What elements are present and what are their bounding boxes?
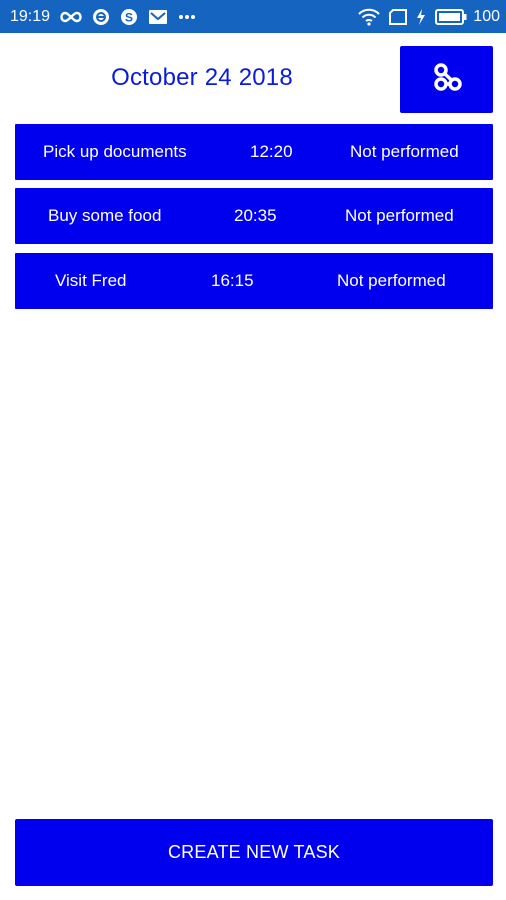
skype-icon: S	[120, 8, 138, 26]
more-dots-icon	[178, 14, 196, 20]
task-name: Pick up documents	[43, 142, 187, 161]
sim-icon	[389, 8, 408, 25]
task-status: Not performed	[345, 206, 454, 225]
task-name: Visit Fred	[55, 271, 127, 290]
svg-text:S: S	[125, 10, 133, 24]
battery-level: 100	[473, 7, 500, 25]
task-row[interactable]: Buy some food 20:35 Not performed	[15, 188, 493, 244]
status-time: 19:19	[10, 7, 51, 25]
infinity-icon	[60, 10, 82, 24]
task-time: 16:15	[211, 271, 254, 290]
task-time: 20:35	[234, 206, 277, 225]
task-status: Not performed	[350, 142, 459, 161]
wifi-icon	[358, 8, 381, 26]
create-new-task-button[interactable]: CREATE NEW TASK	[15, 819, 493, 886]
task-time: 12:20	[250, 142, 293, 161]
charging-icon	[416, 8, 426, 25]
hub-button[interactable]	[400, 46, 493, 113]
network-hub-icon	[432, 62, 462, 97]
task-row[interactable]: Visit Fred 16:15 Not performed	[15, 253, 493, 309]
date-title: October 24 2018	[111, 64, 293, 91]
task-name: Buy some food	[48, 206, 162, 225]
task-row[interactable]: Pick up documents 12:20 Not performed	[15, 124, 493, 180]
status-bar: 19:19 S 100	[0, 0, 506, 33]
header: October 24 2018	[0, 33, 506, 123]
sync-icon	[92, 8, 110, 26]
task-status: Not performed	[337, 271, 446, 290]
battery-icon	[435, 8, 467, 25]
mail-icon	[148, 9, 168, 25]
